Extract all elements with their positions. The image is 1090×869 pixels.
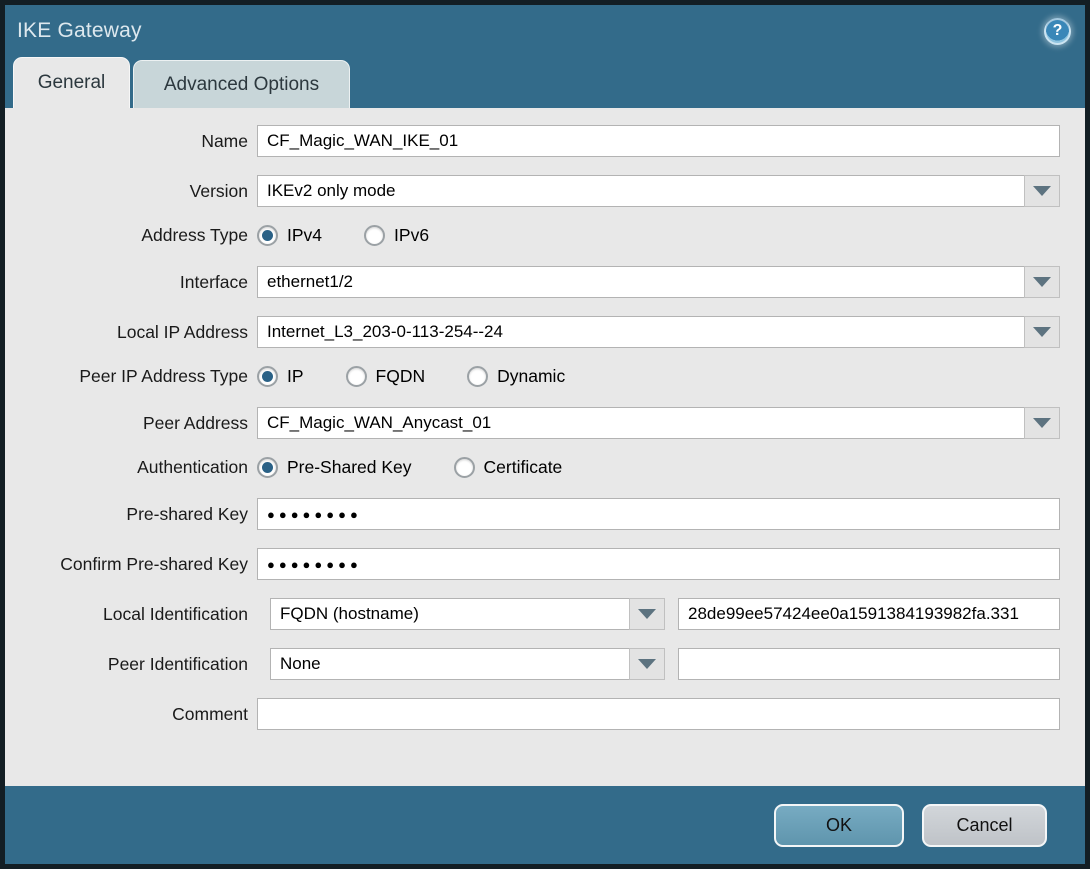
radio-ipv6[interactable]: IPv6 — [364, 225, 429, 246]
radio-dynamic[interactable]: Dynamic — [467, 366, 565, 387]
peer-identification-type-combo — [270, 648, 665, 680]
peer-identification-row: Peer Identification — [5, 648, 1060, 680]
peer-address-row: Peer Address — [5, 407, 1060, 439]
version-label: Version — [189, 180, 248, 201]
radio-ipv4-label: IPv4 — [287, 225, 323, 245]
radio-ipv4[interactable]: IPv4 — [257, 225, 322, 246]
local-identification-type-combo — [270, 598, 665, 630]
title-bar: IKE Gateway ? — [5, 5, 1085, 57]
radio-dynamic-label: Dynamic — [497, 366, 566, 386]
name-label: Name — [201, 130, 248, 151]
cancel-button[interactable]: Cancel — [922, 803, 1047, 847]
help-icon[interactable]: ? — [1044, 17, 1071, 45]
local-identification-dropdown-button[interactable] — [629, 598, 665, 630]
version-dropdown-button[interactable] — [1024, 175, 1060, 207]
pre-shared-key-row: Pre-shared Key — [5, 498, 1060, 530]
pre-shared-key-label: Pre-shared Key — [126, 503, 248, 524]
pre-shared-key-input[interactable] — [257, 498, 1060, 530]
radio-fqdn-label: FQDN — [375, 366, 426, 386]
local-ip-address-combo — [257, 316, 1060, 348]
peer-ip-address-type-row: Peer IP Address Type IP FQDN Dynamic — [5, 366, 1060, 387]
chevron-down-icon — [638, 659, 656, 669]
peer-identification-dropdown-button[interactable] — [629, 648, 665, 680]
chevron-down-icon — [1033, 186, 1051, 196]
radio-pre-shared-key[interactable]: Pre-Shared Key — [257, 457, 412, 478]
radio-ipv6-label: IPv6 — [394, 225, 430, 245]
comment-label: Comment — [172, 703, 248, 724]
tab-strip: General Advanced Options — [5, 57, 1085, 108]
version-row: Version — [5, 175, 1060, 207]
peer-address-dropdown-button[interactable] — [1024, 407, 1060, 439]
radio-pre-shared-key-label: Pre-Shared Key — [287, 457, 412, 477]
peer-identification-label: Peer Identification — [107, 653, 248, 674]
peer-address-combo — [257, 407, 1060, 439]
radio-ip-circle[interactable] — [257, 366, 278, 387]
radio-certificate-label: Certificate — [483, 457, 563, 477]
radio-ipv6-circle[interactable] — [364, 225, 386, 246]
interface-combo — [257, 266, 1060, 298]
chevron-down-icon — [1033, 277, 1051, 287]
local-ip-address-dropdown-button[interactable] — [1024, 316, 1060, 348]
radio-pre-shared-key-circle[interactable] — [257, 457, 278, 478]
local-identification-label: Local Identification — [103, 603, 248, 624]
radio-dynamic-circle[interactable] — [467, 366, 489, 387]
local-identification-value-input[interactable] — [678, 598, 1060, 630]
radio-fqdn[interactable]: FQDN — [345, 366, 426, 387]
local-identification-type-input[interactable] — [270, 598, 629, 630]
interface-input[interactable] — [257, 266, 1024, 298]
interface-label: Interface — [179, 271, 248, 292]
local-ip-address-label: Local IP Address — [116, 321, 248, 342]
tab-general[interactable]: General — [13, 57, 130, 108]
version-combo — [257, 175, 1060, 207]
radio-ipv4-circle[interactable] — [257, 225, 278, 246]
authentication-row: Authentication Pre-Shared Key Certificat… — [5, 457, 1060, 478]
confirm-pre-shared-key-input[interactable] — [257, 548, 1060, 580]
peer-identification-value-input[interactable] — [678, 648, 1060, 680]
peer-identification-type-input[interactable] — [270, 648, 629, 680]
version-input[interactable] — [257, 175, 1024, 207]
chevron-down-icon — [638, 609, 656, 619]
peer-address-input[interactable] — [257, 407, 1024, 439]
peer-address-label: Peer Address — [142, 412, 248, 433]
peer-ip-address-type-radio-group: IP FQDN Dynamic — [257, 366, 607, 387]
comment-row: Comment — [5, 698, 1060, 730]
dialog-title: IKE Gateway — [17, 19, 142, 42]
local-ip-address-input[interactable] — [257, 316, 1024, 348]
name-input[interactable] — [257, 125, 1060, 157]
radio-ip[interactable]: IP — [257, 366, 304, 387]
radio-certificate-circle[interactable] — [453, 457, 475, 478]
chevron-down-icon — [1033, 418, 1051, 428]
authentication-label: Authentication — [137, 457, 248, 477]
address-type-label: Address Type — [141, 225, 248, 245]
authentication-radio-group: Pre-Shared Key Certificate — [257, 457, 604, 478]
peer-ip-address-type-label: Peer IP Address Type — [79, 366, 248, 386]
chevron-down-icon — [1033, 327, 1051, 337]
general-tab-panel: Name Version Address Type IPv4 — [5, 108, 1085, 786]
tab-advanced-options[interactable]: Advanced Options — [133, 60, 350, 108]
footer-bar: OK Cancel — [5, 786, 1085, 864]
address-type-radio-group: IPv4 IPv6 — [257, 225, 471, 246]
confirm-pre-shared-key-row: Confirm Pre-shared Key — [5, 548, 1060, 580]
radio-certificate[interactable]: Certificate — [453, 457, 563, 478]
ike-gateway-dialog: IKE Gateway ? General Advanced Options N… — [0, 0, 1090, 869]
comment-input[interactable] — [257, 698, 1060, 730]
radio-fqdn-circle[interactable] — [345, 366, 367, 387]
radio-ip-label: IP — [287, 366, 304, 386]
ok-button[interactable]: OK — [774, 803, 904, 847]
address-type-row: Address Type IPv4 IPv6 — [5, 225, 1060, 246]
interface-row: Interface — [5, 266, 1060, 298]
local-identification-row: Local Identification — [5, 598, 1060, 630]
local-ip-address-row: Local IP Address — [5, 316, 1060, 348]
interface-dropdown-button[interactable] — [1024, 266, 1060, 298]
name-row: Name — [5, 125, 1060, 157]
confirm-pre-shared-key-label: Confirm Pre-shared Key — [60, 553, 248, 574]
